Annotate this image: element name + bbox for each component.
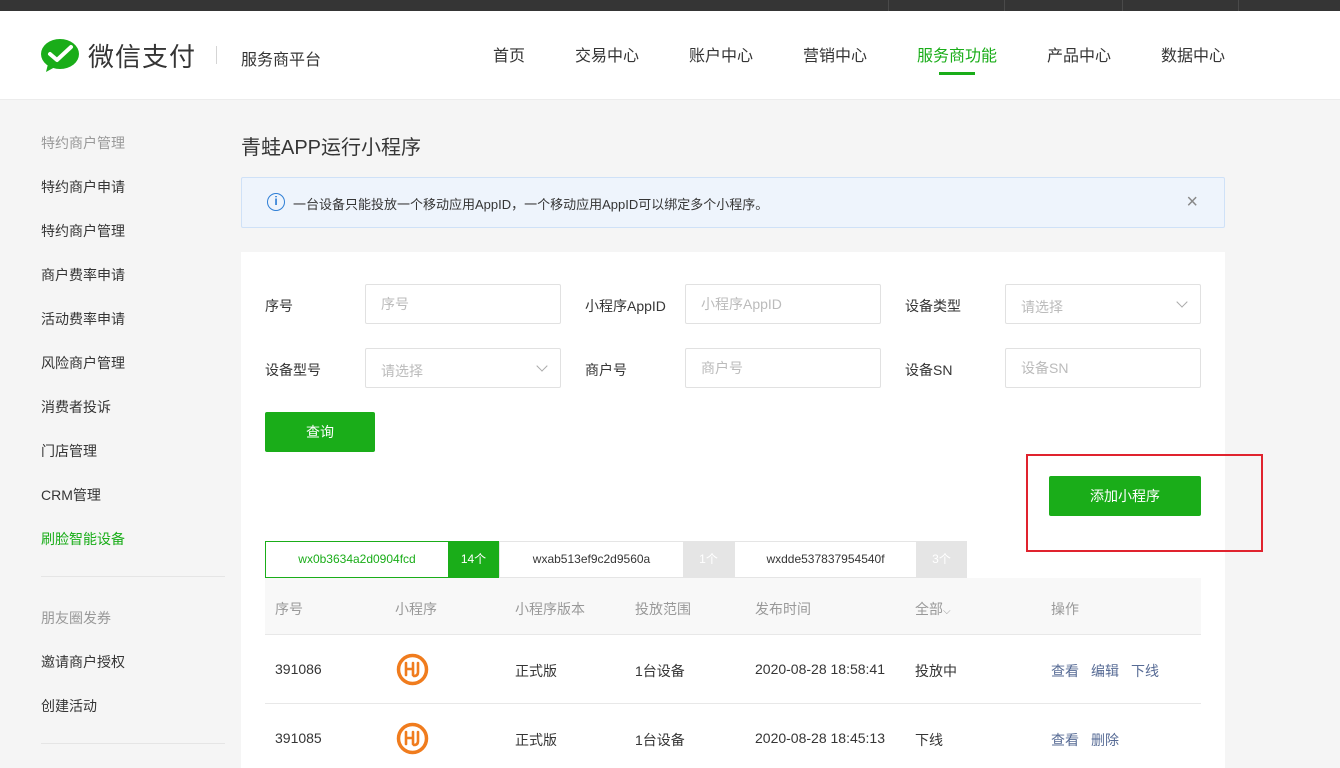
sidebar-divider [41,576,225,577]
miniprogram-table: 序号 小程序 小程序版本 投放范围 发布时间 全部⌵ 操作 391086 正式版… [265,578,1201,768]
top-strip-divider [1004,0,1005,11]
appid-tab-label: wx0b3634a2d0904fcd [265,541,448,578]
view-link[interactable]: 查看 [1051,730,1079,750]
top-header: 微信支付 服务商平台 首页 交易中心 账户中心 营销中心 服务商功能 产品中心 … [0,11,1340,100]
col-actions: 操作 [1051,601,1079,617]
device-type-placeholder: 请选择 [1021,299,1063,315]
info-notice: i 一台设备只能投放一个移动应用AppID，一个移动应用AppID可以绑定多个小… [241,177,1225,228]
sidebar-item-face-devices[interactable]: 刷脸智能设备 [41,529,125,549]
sn-input[interactable] [1005,348,1201,388]
row-serial: 391086 [275,661,322,677]
col-version: 小程序版本 [515,601,585,617]
device-type-select[interactable]: 请选择 [1005,284,1201,324]
sidebar-item-stores[interactable]: 门店管理 [41,441,97,461]
sidebar-item-complaints[interactable]: 消费者投诉 [41,397,111,417]
col-miniprogram: 小程序 [395,601,437,617]
col-serial: 序号 [275,601,303,617]
row-time: 2020-08-28 18:45:13 [755,730,885,746]
sidebar-item-invite-auth[interactable]: 邀请商户授权 [41,652,125,672]
appid-tab[interactable]: wxdde537837954540f 3个 [734,541,967,578]
appid-tab-count: 3个 [916,541,967,578]
sn-label: 设备SN [905,362,953,378]
appid-tabs: wx0b3634a2d0904fcd 14个 wxab513ef9c2d9560… [265,541,967,578]
device-model-placeholder: 请选择 [381,363,423,379]
table-row: 391086 正式版 1台设备 2020-08-28 18:58:41 投放中 … [265,635,1201,704]
top-strip-divider [888,0,889,11]
query-button[interactable]: 查询 [265,412,375,452]
sidebar-item-merchant-apply[interactable]: 特约商户申请 [41,177,125,197]
nav-service-provider[interactable]: 服务商功能 [917,42,998,75]
nav-transactions[interactable]: 交易中心 [575,42,639,66]
col-publish-time: 发布时间 [755,601,811,617]
nav-service-provider-label: 服务商功能 [917,48,998,65]
notice-text: 一台设备只能投放一个移动应用AppID，一个移动应用AppID可以绑定多个小程序… [293,197,769,212]
sidebar-group-title: 朋友圈发券 [41,610,111,626]
appid-tab-count: 14个 [448,541,499,578]
device-model-label: 设备型号 [265,362,321,378]
merchant-label: 商户号 [585,362,627,378]
row-serial: 391085 [275,730,322,746]
chevron-down-icon: ⌵ [943,606,951,617]
nav-data[interactable]: 数据中心 [1161,42,1225,66]
sidebar-item-risk-merchant[interactable]: 风险商户管理 [41,353,125,373]
chevron-down-icon [1176,296,1188,308]
sidebar-item-merchant-manage[interactable]: 特约商户管理 [41,221,125,241]
sidebar-divider [41,743,225,744]
row-version: 正式版 [515,663,557,679]
chevron-down-icon [536,360,548,372]
sidebar-group-title: 特约商户管理 [41,135,125,151]
main-nav: 首页 交易中心 账户中心 营销中心 服务商功能 产品中心 数据中心 [0,42,1340,100]
row-scope: 1台设备 [635,663,685,679]
sidebar-item-crm[interactable]: CRM管理 [41,485,101,505]
top-strip [0,0,1340,11]
info-icon: i [267,193,285,211]
serial-label: 序号 [265,298,293,314]
appid-tab-label: wxdde537837954540f [734,541,916,578]
sidebar-item-create-activity[interactable]: 创建活动 [41,696,97,716]
miniprogram-logo-icon [396,653,429,686]
appid-tab-count: 1个 [683,541,734,578]
device-model-select[interactable]: 请选择 [365,348,561,388]
appid-tab[interactable]: wx0b3634a2d0904fcd 14个 [265,541,499,578]
appid-label: 小程序AppID [585,298,666,314]
row-scope: 1台设备 [635,732,685,748]
top-strip-divider [1238,0,1239,11]
row-time: 2020-08-28 18:58:41 [755,661,885,677]
view-link[interactable]: 查看 [1051,661,1079,681]
row-status: 投放中 [915,663,957,679]
sidebar: 特约商户管理 特约商户申请 特约商户管理 商户费率申请 活动费率申请 风险商户管… [0,101,240,768]
sidebar-item-activity-rate[interactable]: 活动费率申请 [41,309,125,329]
table-row: 391085 正式版 1台设备 2020-08-28 18:45:13 下线 查… [265,704,1201,768]
nav-home[interactable]: 首页 [493,42,525,66]
delete-link[interactable]: 删除 [1091,730,1119,750]
close-icon[interactable]: × [1186,192,1198,212]
nav-accounts[interactable]: 账户中心 [689,42,753,66]
offline-link[interactable]: 下线 [1131,661,1159,681]
edit-link[interactable]: 编辑 [1091,661,1119,681]
row-version: 正式版 [515,732,557,748]
serial-input[interactable] [365,284,561,324]
top-strip-divider [1122,0,1123,11]
nav-products[interactable]: 产品中心 [1047,42,1111,66]
nav-marketing[interactable]: 营销中心 [803,42,867,66]
col-scope: 投放范围 [635,601,691,617]
status-filter-label: 全部 [915,601,943,617]
miniprogram-logo-icon [396,722,429,755]
status-filter-dropdown[interactable]: 全部⌵ [915,599,951,619]
device-type-label: 设备类型 [905,298,961,314]
sidebar-item-rate-apply[interactable]: 商户费率申请 [41,265,125,285]
nav-active-underline [939,72,975,75]
appid-tab[interactable]: wxab513ef9c2d9560a 1个 [499,541,734,578]
highlight-annotation-box [1026,454,1263,552]
row-status: 下线 [915,732,943,748]
appid-tab-label: wxab513ef9c2d9560a [499,541,683,578]
table-header: 序号 小程序 小程序版本 投放范围 发布时间 全部⌵ 操作 [265,578,1201,635]
merchant-input[interactable] [685,348,881,388]
page-title: 青蛙APP运行小程序 [241,137,422,159]
appid-input[interactable] [685,284,881,324]
